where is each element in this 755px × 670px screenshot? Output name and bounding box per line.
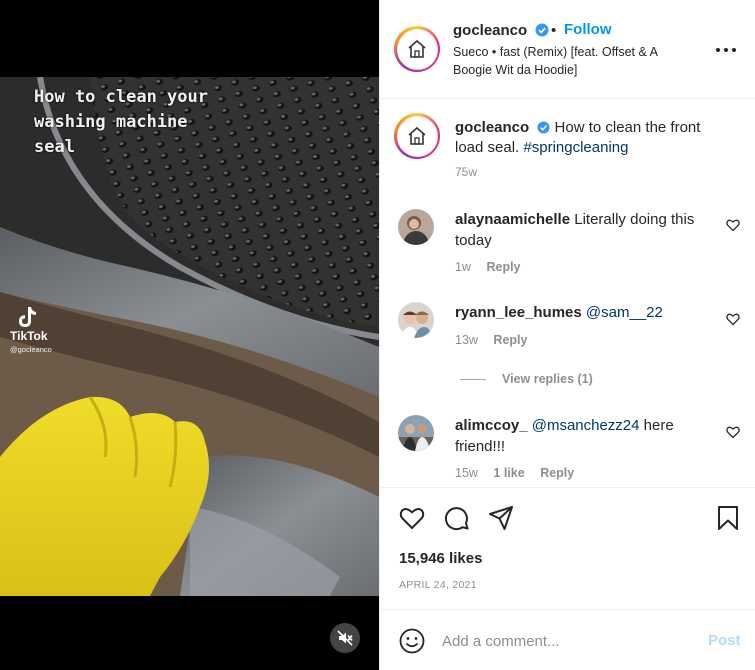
audio-track-link[interactable]: Sueco • fast (Remix) [feat. Offset & A B… [453, 43, 698, 79]
comment-text: alaynaamichelle Literally doing this tod… [455, 209, 720, 251]
tiktok-name: TikTok [10, 329, 48, 343]
like-comment-heart-icon[interactable] [726, 312, 740, 326]
reply-button[interactable]: Reply [486, 260, 520, 274]
tiktok-handle: @gocleanco [10, 345, 52, 354]
comment-meta: 1w Reply [455, 260, 533, 274]
video-frame[interactable]: How to clean your washing machine seal T… [0, 77, 379, 596]
comment-meta: 15w 1 like Reply [455, 466, 586, 480]
header-separator: • [551, 22, 557, 39]
mute-icon [337, 630, 353, 646]
caption-avatar[interactable] [394, 113, 440, 159]
share-icon[interactable] [487, 504, 515, 532]
post-header: gocleanco • Follow Sueco • fast (Remix) … [380, 0, 755, 99]
emoji-icon[interactable] [399, 628, 425, 654]
comment-time[interactable]: 13w [455, 333, 478, 347]
comments-list[interactable]: gocleanco How to clean the front load se… [380, 100, 755, 488]
save-icon[interactable] [714, 504, 742, 532]
avatar-photo [398, 415, 434, 451]
more-options-icon [716, 48, 736, 52]
view-replies-button[interactable]: View replies (1) [460, 372, 593, 386]
caption-timestamp[interactable]: 75w [455, 165, 477, 179]
mention-link[interactable]: @sam__22 [586, 304, 663, 321]
tiktok-icon [19, 307, 36, 327]
add-comment-bar: Post [380, 611, 755, 670]
caption-username[interactable]: gocleanco [455, 119, 529, 136]
mute-toggle-button[interactable] [330, 623, 360, 653]
more-options-button[interactable] [714, 40, 738, 60]
home-logo-icon [408, 39, 426, 58]
comment-time[interactable]: 1w [455, 260, 471, 274]
commenter-avatar[interactable] [398, 415, 434, 451]
hashtag-link[interactable]: #springcleaning [523, 139, 628, 156]
comment-icon[interactable] [443, 504, 471, 532]
home-logo-icon [408, 126, 426, 145]
reply-button[interactable]: Reply [540, 466, 574, 480]
comment-input[interactable] [442, 628, 692, 654]
like-comment-heart-icon[interactable] [726, 218, 740, 232]
mention-link[interactable]: @msanchezz24 [532, 417, 640, 434]
comment-time[interactable]: 15w [455, 466, 478, 480]
caption-text: gocleanco How to clean the front load se… [455, 118, 725, 158]
commenter-avatar[interactable] [398, 209, 434, 245]
author-username-text[interactable]: gocleanco [453, 22, 527, 39]
author-avatar[interactable] [394, 26, 440, 72]
commenter-avatar[interactable] [398, 302, 434, 338]
verified-badge-icon [535, 23, 549, 37]
post-date[interactable]: APRIL 24, 2021 [399, 579, 477, 591]
reply-button[interactable]: Reply [493, 333, 527, 347]
likes-count[interactable]: 15,946 likes [399, 550, 482, 567]
like-comment-heart-icon[interactable] [726, 425, 740, 439]
avatar-photo [398, 302, 434, 338]
heart-icon[interactable] [398, 504, 426, 532]
comment-username[interactable]: ryann_lee_humes [455, 304, 582, 321]
comment-username[interactable]: alaynaamichelle [455, 211, 570, 228]
video-player[interactable]: How to clean your washing machine seal T… [0, 0, 379, 670]
comment-username[interactable]: alimccoy_ [455, 417, 528, 434]
tiktok-watermark: TikTok @gocleanco [10, 305, 70, 354]
follow-button[interactable]: Follow [564, 21, 612, 38]
post-side-panel: gocleanco • Follow Sueco • fast (Remix) … [379, 0, 755, 670]
post-actions: 15,946 likes APRIL 24, 2021 [380, 490, 755, 610]
video-overlay-caption: How to clean your washing machine seal [34, 87, 208, 157]
comment-like-count[interactable]: 1 like [493, 466, 524, 480]
post-comment-button[interactable]: Post [708, 632, 741, 649]
author-username[interactable]: gocleanco [453, 22, 549, 39]
verified-badge-icon [537, 121, 550, 134]
avatar-photo [398, 209, 434, 245]
comment-text: ryann_lee_humes @sam__22 [455, 302, 720, 323]
comment-text: alimccoy_ @msanchezz24 here friend!!! [455, 415, 720, 457]
comment-meta: 13w Reply [455, 333, 539, 347]
